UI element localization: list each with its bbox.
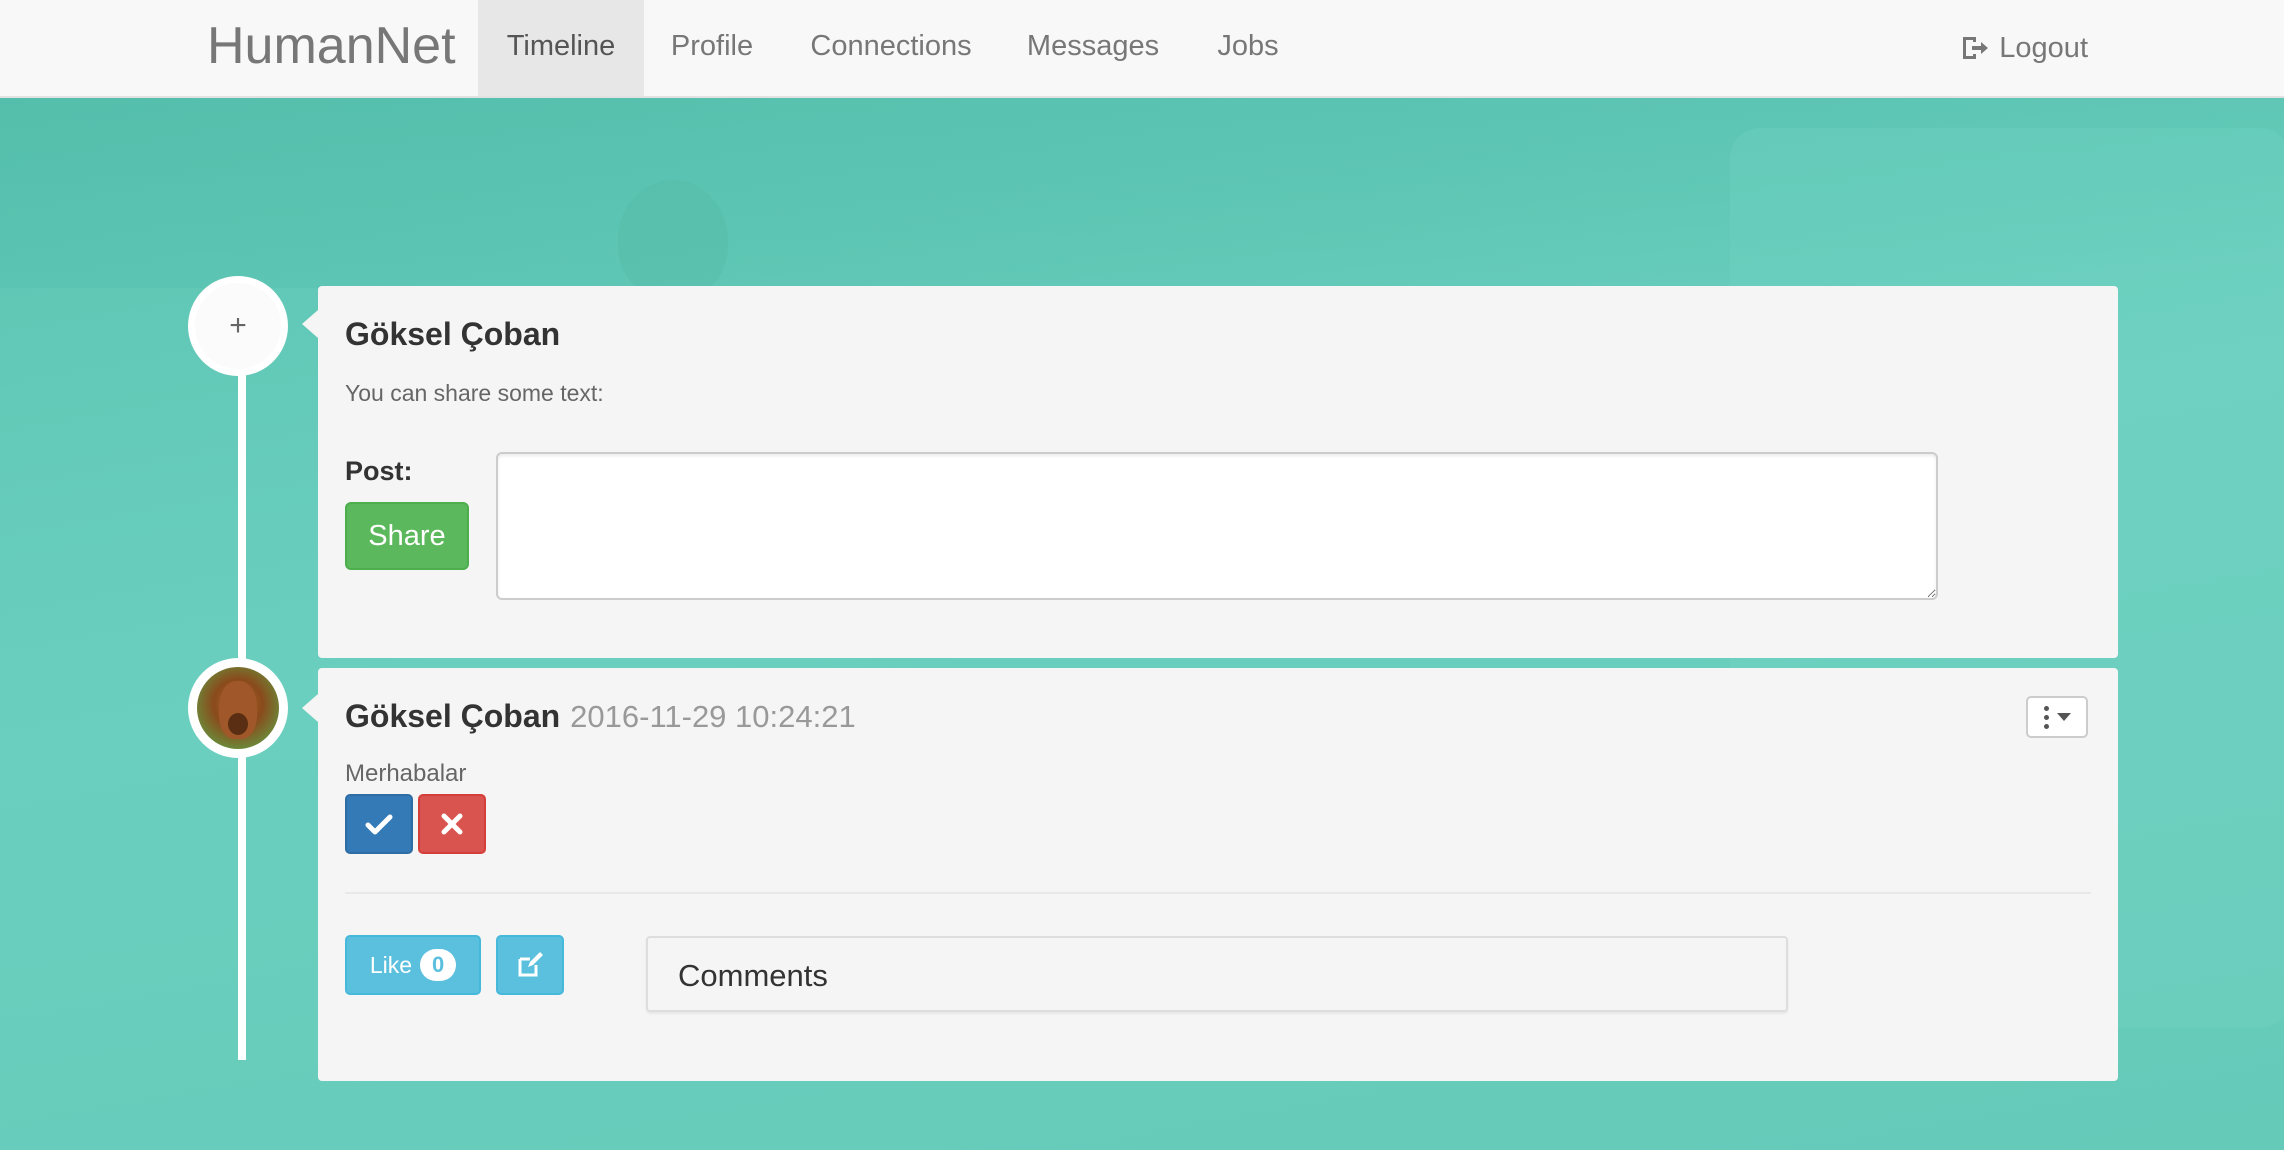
composer-author-name: Göksel Çoban: [345, 316, 561, 352]
brand-logo[interactable]: HumanNet: [207, 0, 456, 96]
reject-button[interactable]: [418, 794, 486, 854]
logout-label: Logout: [1999, 32, 2088, 64]
comments-title: Comments: [678, 958, 828, 993]
edit-icon: [518, 952, 543, 977]
nav-profile[interactable]: Profile: [644, 0, 780, 96]
post-text: Merhabalar: [345, 760, 467, 787]
ellipsis-vertical-icon: [2043, 705, 2049, 729]
nav-messages[interactable]: Messages: [1002, 0, 1184, 96]
post-timestamp: 2016-11-29 10:24:21: [570, 699, 856, 734]
nav-connections[interactable]: Connections: [780, 0, 1002, 96]
author-avatar-badge: [188, 658, 288, 758]
post-textarea[interactable]: [496, 452, 1938, 600]
plus-icon: +: [229, 309, 247, 342]
post-options-dropdown[interactable]: [2026, 696, 2088, 738]
comment-button[interactable]: [496, 935, 564, 995]
times-icon: [441, 813, 463, 835]
nav-timeline[interactable]: Timeline: [478, 0, 644, 96]
like-button[interactable]: Like 0: [345, 935, 481, 995]
divider: [345, 892, 2091, 894]
check-icon: [365, 814, 393, 835]
like-label: Like: [369, 951, 413, 978]
logout-icon: [1963, 37, 1989, 59]
composer-panel: Göksel Çoban You can share some text: Po…: [318, 286, 2118, 658]
nav-jobs[interactable]: Jobs: [1184, 0, 1312, 96]
composer-hint: You can share some text:: [345, 380, 604, 406]
approve-button[interactable]: [345, 794, 413, 854]
comments-panel: Comments: [646, 936, 1788, 1012]
like-count-badge: 0: [420, 949, 457, 981]
caret-down-icon: [2056, 713, 2071, 721]
post-panel: Göksel Çoban 2016-11-29 10:24:21 Merhaba…: [318, 668, 2118, 1081]
apple-logo-watermark: [618, 180, 728, 300]
post-header: Göksel Çoban 2016-11-29 10:24:21: [345, 698, 856, 735]
new-post-badge: +: [188, 276, 288, 376]
post-author[interactable]: Göksel Çoban: [345, 698, 560, 735]
post-label: Post:: [345, 456, 413, 486]
share-button[interactable]: Share: [345, 502, 469, 570]
logout-link[interactable]: Logout: [1959, 0, 2088, 96]
avatar[interactable]: [197, 667, 279, 749]
top-navbar: HumanNet Timeline Profile Connections Me…: [0, 0, 2284, 98]
